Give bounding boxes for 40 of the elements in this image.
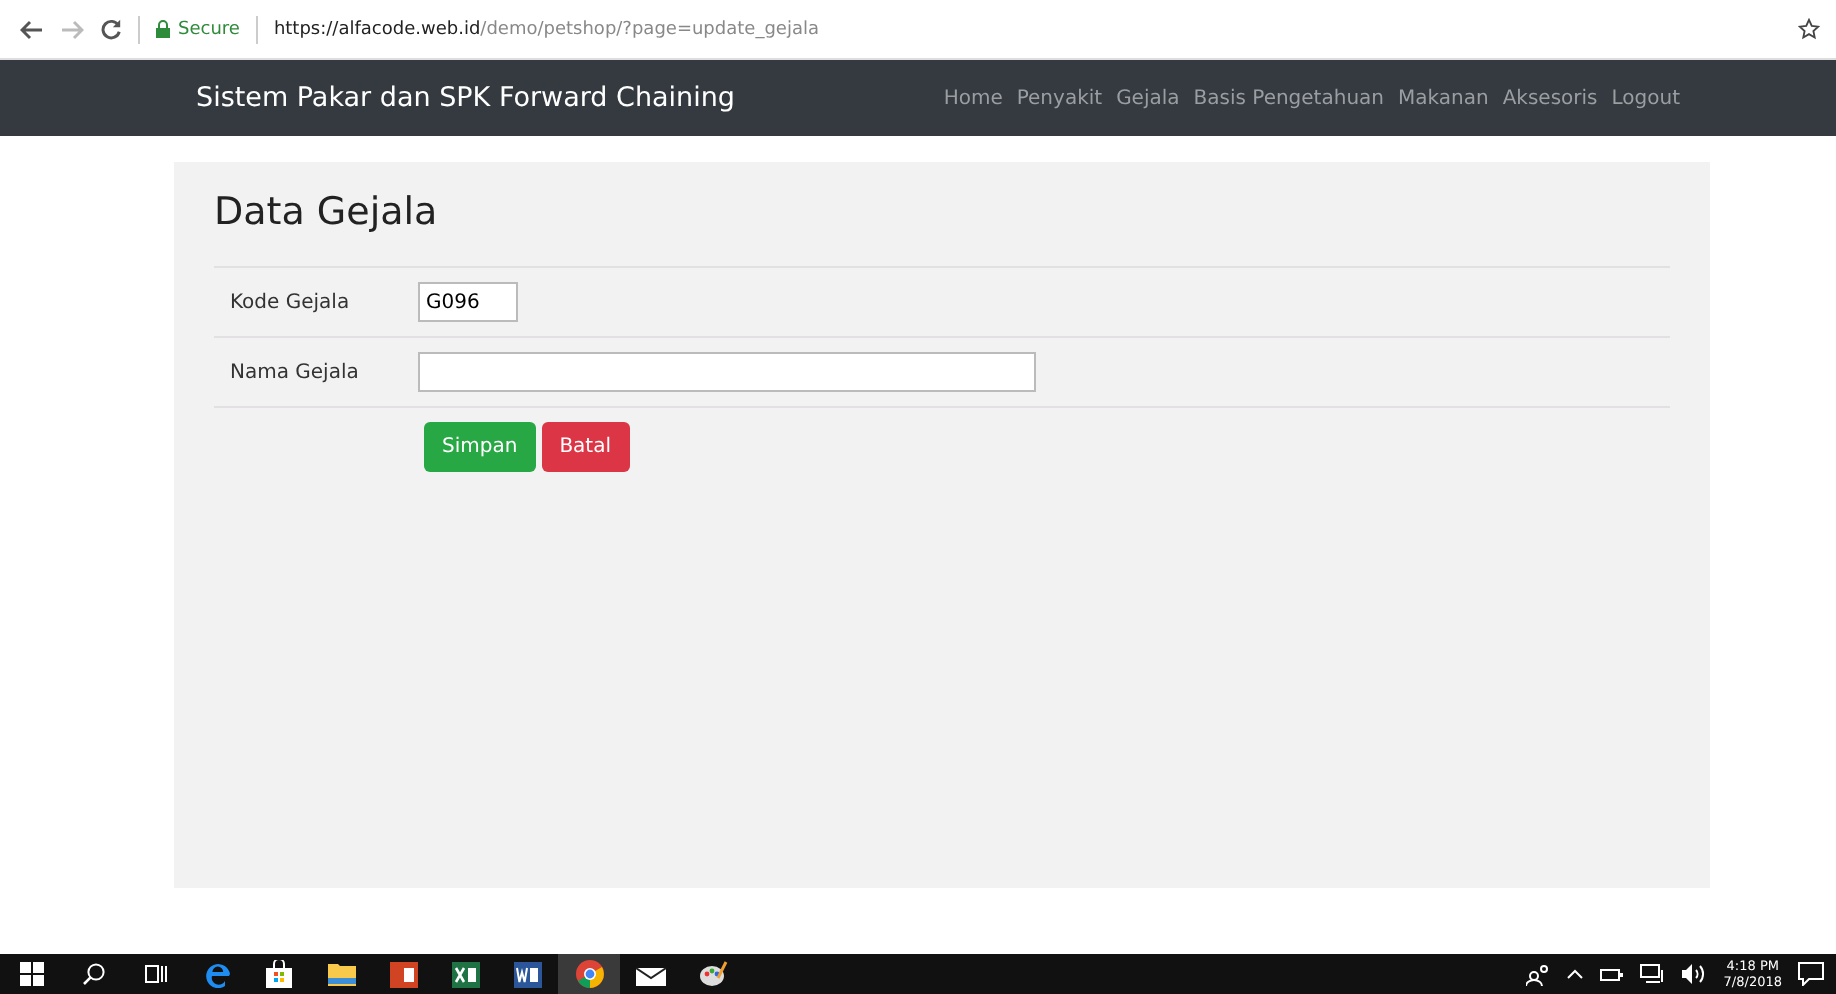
speaker-icon[interactable] — [1681, 964, 1708, 984]
chrome-browser-icon — [575, 960, 603, 988]
nav-link[interactable]: Makanan — [1398, 87, 1489, 109]
nav-link[interactable]: Logout — [1611, 87, 1680, 109]
page-title: Data Gejala — [214, 190, 440, 234]
secure-label: Secure — [178, 19, 240, 39]
brand-title[interactable]: Sistem Pakar dan SPK Forward Chaining — [196, 82, 944, 114]
spreadsheet-app-icon — [451, 961, 479, 987]
nav-link[interactable]: Penyakit — [1016, 87, 1103, 109]
palette-icon — [699, 960, 727, 988]
input-field[interactable] — [418, 352, 1036, 392]
network-icon[interactable] — [1639, 964, 1666, 984]
notification-icon[interactable] — [1798, 962, 1824, 986]
task-view-icon — [143, 962, 167, 986]
folder-icon — [327, 962, 355, 986]
nav-link[interactable]: Aksesoris — [1502, 87, 1598, 109]
nav-link[interactable]: Home — [943, 87, 1003, 109]
windows-icon — [19, 962, 43, 986]
cancel-button[interactable]: Batal — [541, 422, 630, 472]
address-field[interactable]: https://alfacode.web.id/demo/petshop/?page=update_gejala — [273, 19, 1782, 39]
chevron-up-icon[interactable] — [1565, 968, 1584, 980]
document-app-icon — [513, 961, 541, 987]
slides-app-icon — [389, 961, 417, 987]
browser-e-icon — [203, 960, 231, 988]
people-icon[interactable] — [1525, 963, 1550, 985]
nav-link[interactable]: Basis Pengetahuan — [1193, 87, 1385, 109]
battery-icon[interactable] — [1599, 965, 1624, 983]
envelope-icon — [636, 963, 666, 985]
search-icon — [81, 962, 105, 986]
shopping-bag-icon — [266, 960, 292, 988]
nav-link[interactable]: Gejala — [1116, 87, 1180, 109]
star-icon[interactable] — [1798, 18, 1820, 40]
input-field[interactable]: G096 — [418, 282, 518, 322]
field-label: Nama Gejala — [230, 361, 361, 383]
field-label: Kode Gejala — [230, 291, 352, 313]
save-button[interactable]: Simpan — [424, 422, 536, 472]
reload-icon[interactable] — [100, 18, 122, 40]
taskbar-button[interactable] — [558, 954, 620, 994]
back-icon[interactable] — [20, 19, 44, 39]
lock-icon — [156, 20, 170, 38]
